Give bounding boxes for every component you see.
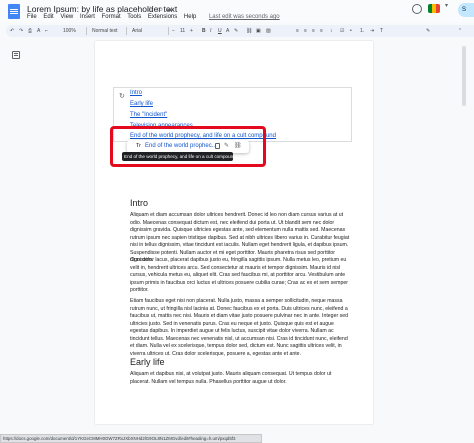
align-right-icon[interactable]: ≡: [312, 28, 315, 34]
justify-icon[interactable]: ≡: [320, 28, 323, 34]
align-left-icon[interactable]: ≡: [296, 28, 299, 34]
font-select[interactable]: Arial: [132, 28, 142, 34]
bold-icon[interactable]: B: [202, 28, 206, 34]
paragraph: Aliquam et dapibus nisi, at volutpat jus…: [130, 371, 332, 385]
bulleted-list-icon[interactable]: •: [350, 28, 352, 34]
menu-tools[interactable]: Tools: [127, 14, 141, 20]
checklist-icon[interactable]: ☑: [340, 28, 344, 34]
toc-link-early-life[interactable]: Early life: [130, 101, 153, 107]
version-history-icon[interactable]: [412, 4, 422, 14]
editing-mode-icon[interactable]: ✎: [426, 28, 430, 34]
print-icon[interactable]: ⎙: [28, 28, 32, 34]
refresh-icon[interactable]: ↻: [119, 92, 125, 100]
last-edit-link[interactable]: Last edit was seconds ago: [209, 14, 280, 20]
move-folder-icon[interactable]: ▭: [156, 6, 166, 13]
menu-insert[interactable]: Insert: [80, 14, 95, 20]
paragraph: Cras dolor lacus, placerat dapibus justo…: [130, 257, 348, 293]
menu-bar: File Edit View Insert Format Tools Exten…: [27, 14, 285, 24]
menu-extensions[interactable]: Extensions: [148, 14, 177, 20]
clear-format-icon[interactable]: T: [380, 28, 383, 34]
undo-icon[interactable]: ↶: [10, 28, 14, 34]
heading-early-life: Early life: [130, 357, 165, 367]
toolbar: ↶ ↷ ⎙ A ⌐ 100% Normal text Arial − 11 + …: [6, 25, 474, 37]
menu-file[interactable]: File: [27, 14, 37, 20]
menu-help[interactable]: Help: [184, 14, 196, 20]
meet-icon[interactable]: [428, 4, 440, 13]
spellcheck-icon[interactable]: A: [37, 28, 40, 34]
zoom-select[interactable]: 100%: [63, 28, 76, 34]
document-outline-icon[interactable]: [12, 51, 20, 59]
status-url: https://docs.google.com/document/d/1YKGe…: [0, 434, 262, 443]
menu-format[interactable]: Format: [102, 14, 121, 20]
decrease-font-icon[interactable]: −: [172, 28, 175, 34]
heading-intro: Intro: [130, 198, 149, 208]
paint-format-icon[interactable]: ⌐: [45, 28, 48, 34]
menu-edit[interactable]: Edit: [43, 14, 53, 20]
increase-font-icon[interactable]: +: [190, 28, 193, 34]
docs-logo-icon[interactable]: [8, 4, 20, 19]
highlight-icon[interactable]: ✎: [234, 28, 238, 34]
italic-icon[interactable]: I: [210, 28, 211, 34]
style-select[interactable]: Normal text: [92, 28, 118, 34]
toolbar-divider: [168, 27, 169, 35]
redo-icon[interactable]: ↷: [19, 28, 23, 34]
image-icon[interactable]: ▨: [266, 28, 271, 34]
menu-view[interactable]: View: [60, 14, 73, 20]
align-center-icon[interactable]: ≡: [304, 28, 307, 34]
highlight-box: [110, 126, 266, 167]
star-icon[interactable]: ☆: [147, 6, 156, 13]
vertical-scrollbar[interactable]: [462, 46, 466, 106]
toolbar-divider: [126, 27, 127, 35]
text-color-icon[interactable]: A: [226, 28, 229, 34]
chevron-up-icon[interactable]: ⌃: [458, 28, 462, 34]
numbered-list-icon[interactable]: 1.: [360, 28, 364, 34]
indent-icon[interactable]: ⇥: [370, 28, 374, 34]
underline-icon[interactable]: U: [218, 28, 222, 34]
paragraph: Etiam faucibus eget nisi non placerat. N…: [130, 298, 348, 357]
title-actions: ☆▭☁: [147, 5, 176, 13]
toc-link-intro[interactable]: Intro: [130, 90, 142, 96]
comment-icon[interactable]: ▣: [256, 28, 261, 34]
share-button[interactable]: S: [458, 3, 474, 17]
cloud-status-icon[interactable]: ☁: [166, 6, 176, 13]
font-size-input[interactable]: 11: [180, 28, 185, 34]
line-spacing-icon[interactable]: ↕: [330, 28, 333, 34]
toolbar-divider: [86, 27, 87, 35]
chevron-down-icon[interactable]: ▾: [445, 2, 448, 9]
link-icon[interactable]: ⛓: [246, 28, 252, 34]
toc-link-incident[interactable]: The "Incident": [130, 112, 167, 118]
